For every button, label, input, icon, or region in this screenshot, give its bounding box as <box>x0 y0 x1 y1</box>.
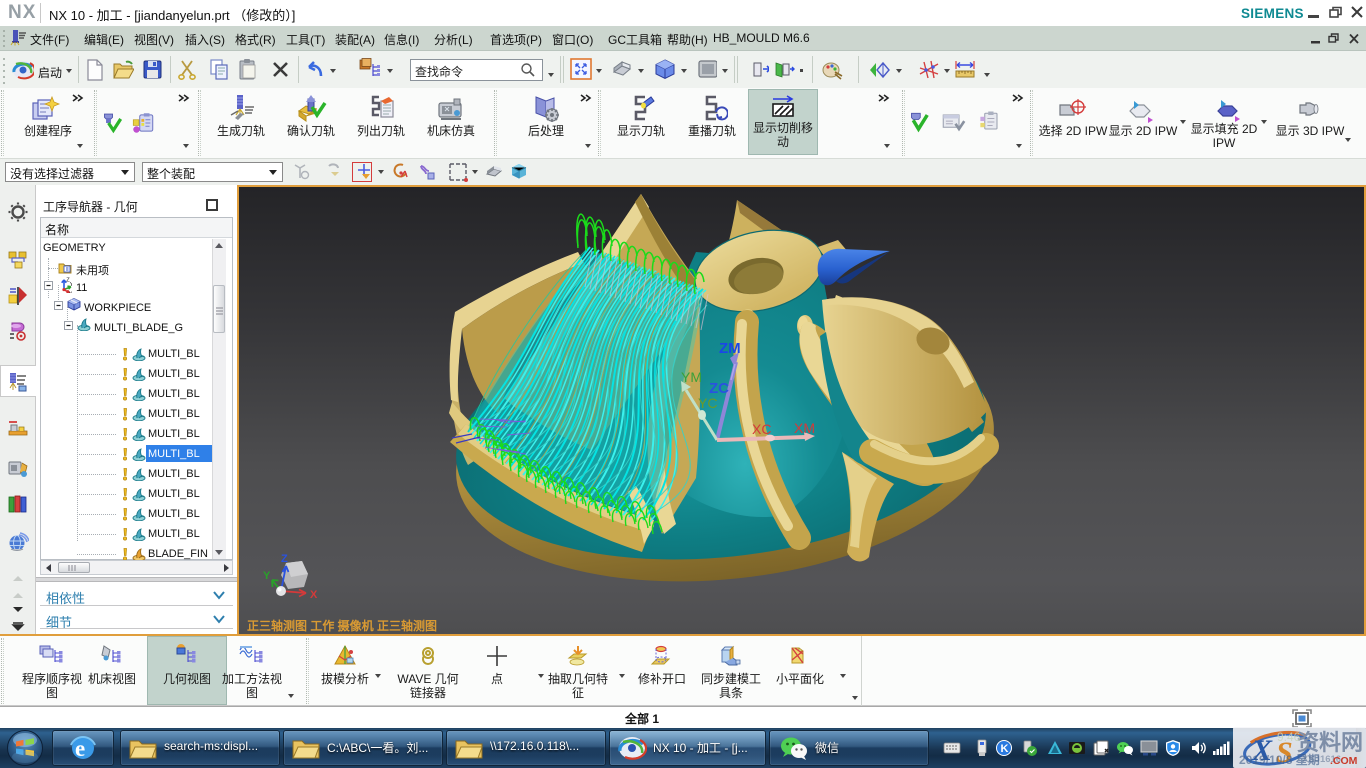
svg-text:X: X <box>69 291 72 293</box>
svg-text:XM: XM <box>794 420 815 436</box>
svg-text:ZM: ZM <box>719 340 741 357</box>
svg-text:Z: Z <box>281 553 288 565</box>
svg-text:XC: XC <box>752 421 771 437</box>
svg-text:K: K <box>1001 743 1009 755</box>
svg-text:Y: Y <box>263 570 271 582</box>
svg-text:YC: YC <box>698 395 717 411</box>
svg-text:e: e <box>75 736 85 761</box>
svg-text:X: X <box>310 589 318 601</box>
svg-text:Y: Y <box>70 282 72 288</box>
svg-text:YM: YM <box>681 369 702 385</box>
svg-text:.COM: .COM <box>1330 755 1358 767</box>
